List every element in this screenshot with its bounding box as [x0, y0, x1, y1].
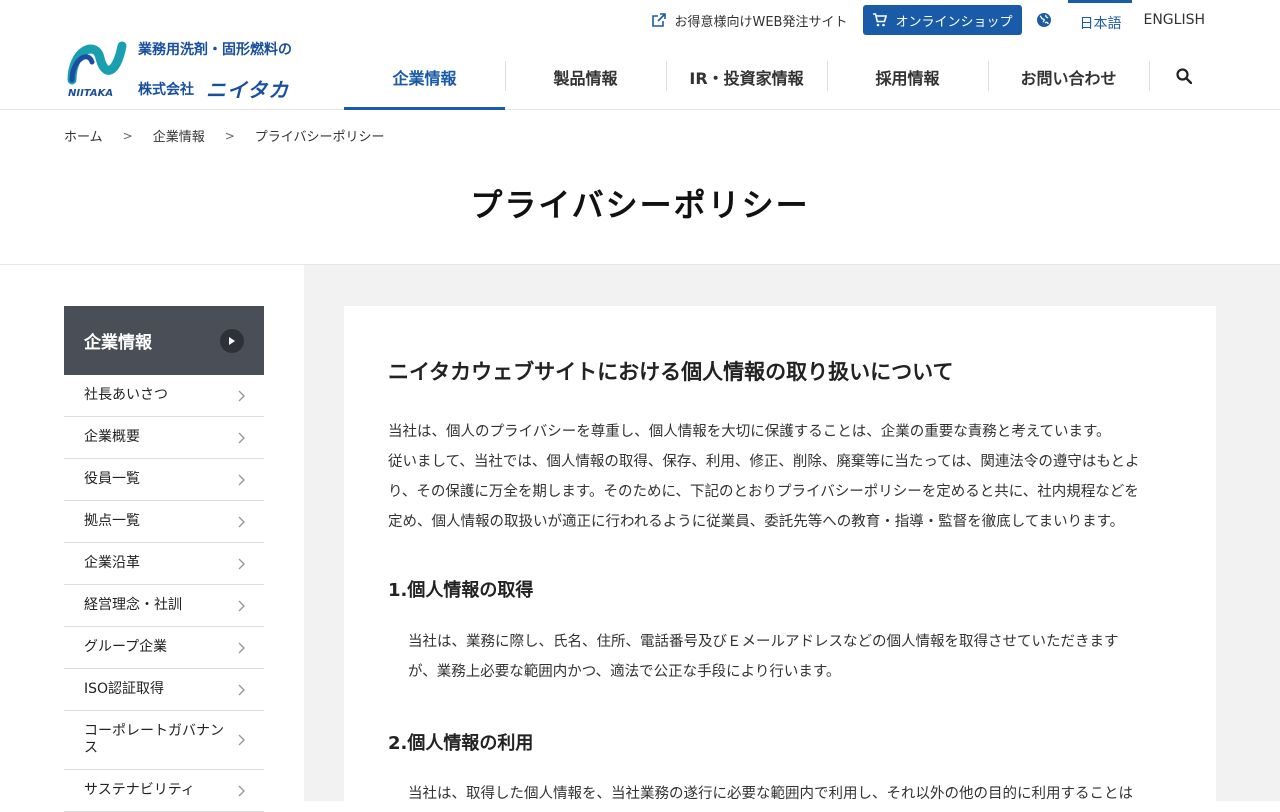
intro-line: 定め、個人情報の取扱いが適正に行われるように従業員、委託先等への教育・指導・監督…: [388, 514, 1125, 530]
niitaka-logo-mark-icon: NIITAKA: [67, 41, 127, 98]
content-area: 企業情報 社長あいさつ 企業概要 役員一覧 拠点一覧 企業沿革 経営理念・社訓 …: [0, 264, 1280, 812]
play-icon: [220, 328, 244, 353]
privacy-policy-article: ニイタカウェブサイトにおける個人情報の取り扱いについて 当社は、個人のプライバシ…: [344, 306, 1216, 802]
global-nav: 企業情報 製品情報 IR・投資家情報 採用情報 お問い合わせ: [344, 55, 1219, 110]
side-nav-item-greeting[interactable]: 社長あいさつ: [64, 375, 264, 417]
web-order-label: お得意様向けWEB発注サイト: [674, 14, 848, 30]
breadcrumb-chevron-icon: >: [224, 128, 235, 143]
logo-tagline: 業務用洗剤・固形燃料の: [138, 42, 292, 58]
web-order-link[interactable]: お得意様向けWEB発注サイト: [652, 11, 847, 30]
section-title: 1.個人情報の取得: [388, 580, 534, 601]
chevron-right-icon: [238, 785, 245, 796]
side-nav-header[interactable]: 企業情報: [64, 306, 264, 375]
site-logo[interactable]: NIITAKA 業務用洗剤・固形燃料の 株式会社 ニイタカ: [66, 36, 306, 102]
chevron-right-icon: [238, 642, 245, 653]
side-nav-item-history[interactable]: 企業沿革: [64, 543, 264, 585]
side-nav-item-philosophy[interactable]: 経営理念・社訓: [64, 585, 264, 627]
side-nav-item-overview[interactable]: 企業概要: [64, 417, 264, 459]
nav-ir[interactable]: IR・投資家情報: [666, 55, 827, 110]
side-nav: 企業情報 社長あいさつ 企業概要 役員一覧 拠点一覧 企業沿革 経営理念・社訓 …: [64, 306, 264, 812]
site-header: NIITAKA 業務用洗剤・固形燃料の 株式会社 ニイタカ お得意様向けWEB発…: [0, 0, 1280, 110]
side-nav-item-label: グループ企業: [84, 639, 168, 655]
chevron-right-icon: [238, 390, 245, 401]
intro-line: 従いまして、当社では、個人情報の取得、保存、利用、修正、削除、廃棄等に当たっては…: [388, 454, 1140, 470]
breadcrumb-current: プライバシーポリシー: [254, 130, 385, 145]
intro-line: 当社は、個人のプライバシーを尊重し、個人情報を大切に保護することは、企業の重要な…: [388, 424, 1111, 440]
search-button[interactable]: [1149, 55, 1219, 110]
globe-icon: [1037, 13, 1052, 27]
svg-text:NIITAKA: NIITAKA: [68, 88, 113, 98]
article-intro: 当社は、個人のプライバシーを尊重し、個人情報を大切に保護することは、企業の重要な…: [388, 417, 1178, 537]
section-line: 当社は、業務に際し、氏名、住所、電話番号及びＥメールアドレスなどの個人情報を取得…: [408, 634, 1119, 650]
utility-bar: お得意様向けWEB発注サイト オンラインショップ 日本語 ENGLISH: [652, 0, 1216, 40]
section-title: 2.個人情報の利用: [388, 733, 534, 754]
nav-recruit[interactable]: 採用情報: [827, 55, 988, 110]
online-shop-button[interactable]: オンラインショップ: [863, 5, 1023, 35]
breadcrumb-company-info[interactable]: 企業情報: [153, 126, 205, 145]
article-heading: ニイタカウェブサイトにおける個人情報の取り扱いについて: [388, 360, 954, 384]
section-line: 当社は、取得した個人情報を、当社業務の遂行に必要な範囲内で利用し、それ以外の他の…: [408, 786, 1133, 802]
side-nav-item-label: 企業沿革: [84, 555, 140, 571]
chevron-right-icon: [238, 600, 245, 611]
intro-line: り、その保護に万全を期します。そのために、下記のとおりプライバシーポリシーを定め…: [388, 484, 1139, 500]
online-shop-label: オンラインショップ: [895, 14, 1013, 30]
logo-company-label: 株式会社: [138, 82, 194, 98]
side-nav-item-iso[interactable]: ISO認証取得: [64, 669, 264, 711]
nav-products[interactable]: 製品情報: [505, 55, 666, 110]
side-nav-item-label: サステナビリティ: [84, 782, 195, 798]
chevron-right-icon: [238, 558, 245, 569]
side-nav-item-group[interactable]: グループ企業: [64, 627, 264, 669]
section-line: が、業務上必要な範囲内かつ、適法で公正な手段により行います。: [408, 664, 841, 680]
chevron-right-icon: [238, 684, 245, 695]
side-nav-item-label: コーポレートガバナンス: [84, 723, 224, 756]
external-link-icon: [652, 13, 667, 27]
chevron-right-icon: [238, 474, 245, 485]
side-nav-title: 企業情報: [84, 333, 152, 353]
section-body: 当社は、取得した個人情報を、当社業務の遂行に必要な範囲内で利用し、それ以外の他の…: [408, 779, 1168, 809]
side-nav-item-label: 経営理念・社訓: [84, 597, 182, 613]
side-nav-item-label: 役員一覧: [84, 471, 140, 487]
logo-brand-name: ニイタカ: [206, 78, 290, 102]
side-nav-item-label: ISO認証取得: [84, 681, 165, 697]
chevron-right-icon: [238, 734, 245, 746]
cart-icon: [873, 13, 888, 27]
section-body: 当社は、業務に際し、氏名、住所、電話番号及びＥメールアドレスなどの個人情報を取得…: [408, 627, 1168, 687]
side-nav-item-officers[interactable]: 役員一覧: [64, 459, 264, 501]
breadcrumb: ホーム > 企業情報 > プライバシーポリシー: [64, 126, 385, 146]
side-nav-item-label: 拠点一覧: [84, 513, 140, 529]
chevron-right-icon: [238, 516, 245, 527]
breadcrumb-home[interactable]: ホーム: [64, 126, 103, 145]
lang-english[interactable]: ENGLISH: [1132, 0, 1216, 40]
breadcrumb-chevron-icon: >: [122, 128, 133, 143]
chevron-right-icon: [238, 432, 245, 443]
nav-company-info[interactable]: 企業情報: [344, 55, 505, 110]
side-nav-item-label: 社長あいさつ: [84, 387, 168, 403]
lang-japanese[interactable]: 日本語: [1068, 0, 1133, 40]
nav-contact[interactable]: お問い合わせ: [988, 55, 1149, 110]
page-title: プライバシーポリシー: [470, 186, 810, 224]
search-icon: [1176, 68, 1192, 84]
side-nav-item-governance[interactable]: コーポレートガバナンス: [64, 711, 264, 770]
side-nav-item-sustainability[interactable]: サステナビリティ: [64, 770, 264, 812]
side-nav-item-locations[interactable]: 拠点一覧: [64, 501, 264, 543]
side-nav-item-label: 企業概要: [84, 429, 140, 445]
